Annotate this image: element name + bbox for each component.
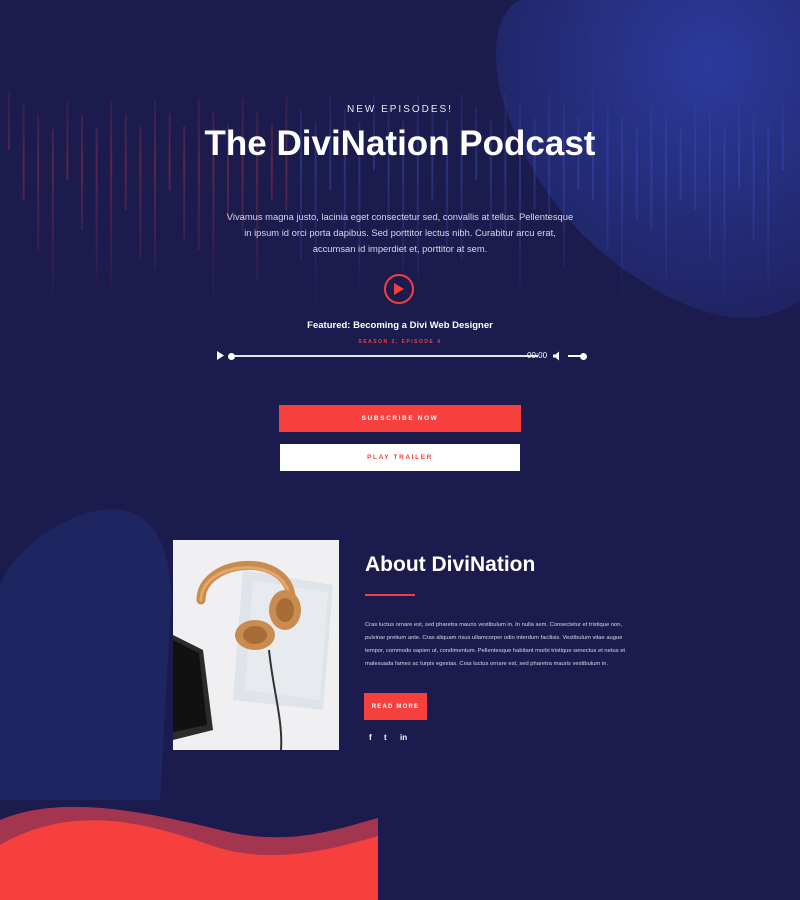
audio-player: 00:00 <box>216 349 588 363</box>
player-play-icon[interactable] <box>216 351 225 360</box>
equalizer-bar <box>665 115 667 280</box>
volume-handle[interactable] <box>580 352 587 360</box>
progress-track[interactable] <box>232 355 538 357</box>
season-episode-label: SEASON 2, EPISODE 4 <box>358 339 442 345</box>
play-trailer-button[interactable]: PLAY TRAILER <box>280 444 520 471</box>
equalizer-bar <box>183 126 186 240</box>
read-more-button[interactable]: READ MORE <box>364 693 427 720</box>
progress-handle[interactable] <box>228 352 235 360</box>
equalizer-bar <box>81 115 83 230</box>
equalizer-bar <box>650 102 653 230</box>
about-title: About DiviNation <box>365 553 536 576</box>
subscribe-button[interactable]: SUBSCRIBE NOW <box>279 405 521 432</box>
equalizer-bar <box>606 103 609 250</box>
play-button[interactable] <box>384 274 414 304</box>
equalizer-bar <box>767 126 770 290</box>
hero-eyebrow: NEW EPISODES! <box>346 104 453 115</box>
twitter-icon[interactable]: t <box>384 733 387 742</box>
about-image-headphones <box>173 540 339 750</box>
volume-icon[interactable] <box>553 351 563 361</box>
featured-episode-title: Featured: Becoming a Divi Web Designer <box>307 320 493 331</box>
equalizer-bar <box>723 127 726 310</box>
equalizer-bar <box>621 116 624 300</box>
equalizer-bar <box>139 127 142 260</box>
equalizer-bar <box>22 103 25 200</box>
about-body: Cras luctus ornare est, sed pharetra mau… <box>365 622 626 667</box>
play-circle-icon <box>394 283 404 295</box>
equalizer-bar <box>110 101 113 290</box>
equalizer-bar <box>51 129 54 300</box>
equalizer-bar <box>154 100 156 270</box>
equalizer-bar <box>37 116 40 250</box>
equalizer-bar <box>168 113 171 190</box>
equalizer-bar <box>8 90 10 150</box>
headphones-photo <box>173 540 339 750</box>
equalizer-bar <box>124 114 127 210</box>
about-divider <box>365 594 415 596</box>
equalizer-bar <box>679 128 682 200</box>
linkedin-icon[interactable]: in <box>400 733 407 742</box>
page-title: The DiviNation Podcast <box>204 124 596 163</box>
facebook-icon[interactable]: f <box>369 733 372 742</box>
equalizer-bar <box>635 129 638 220</box>
equalizer-bar <box>752 113 755 240</box>
hero-description: Vivamus magna justo, lacinia eget consec… <box>226 211 574 254</box>
equalizer-bar <box>708 114 711 260</box>
player-time: 00:00 <box>527 351 548 360</box>
equalizer-bar <box>95 128 98 280</box>
equalizer-bar <box>694 101 697 210</box>
